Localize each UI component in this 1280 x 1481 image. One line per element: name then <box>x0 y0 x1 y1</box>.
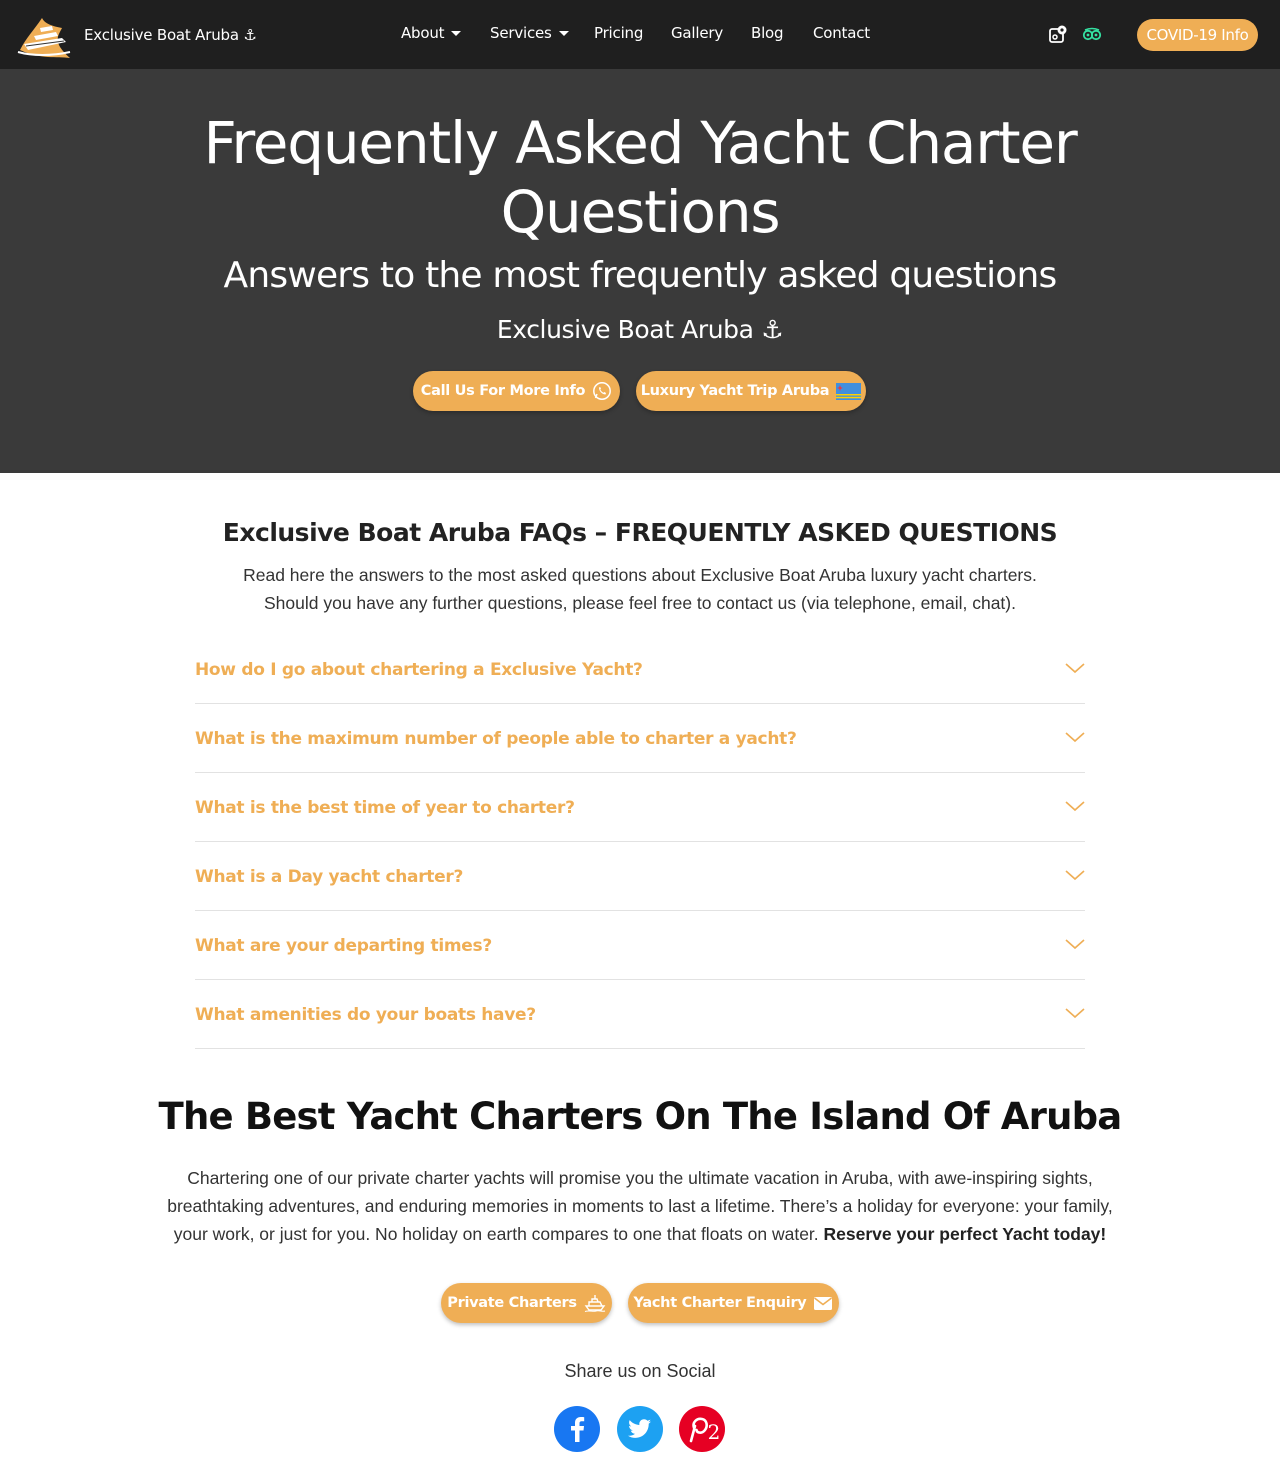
faq-item[interactable]: What amenities do your boats have? <box>195 980 1085 1049</box>
reserve-cta-text: Reserve your perfect Yacht today! <box>823 1224 1107 1244</box>
tripadvisor-icon[interactable] <box>1082 24 1102 44</box>
page-title-line2: Questions <box>500 178 781 246</box>
page-title-line1: Frequently Asked Yacht Charter <box>203 109 1077 177</box>
faq-question[interactable]: What amenities do your boats have? <box>195 1005 536 1025</box>
chevron-down-icon[interactable] <box>1065 661 1085 675</box>
nav-contact[interactable]: Contact <box>813 24 870 42</box>
faq-item[interactable]: What is the best time of year to charter… <box>195 773 1085 842</box>
private-charters-button[interactable]: Private Charters <box>441 1283 612 1323</box>
facebook-icon <box>571 1417 585 1442</box>
chevron-down-icon[interactable] <box>1065 937 1085 951</box>
faq-item[interactable]: What is a Day yacht charter? <box>195 842 1085 911</box>
faq-heading: Exclusive Boat Aruba FAQs – FREQUENTLY A… <box>222 518 1058 547</box>
luxury-yacht-trip-button[interactable]: Luxury Yacht Trip Aruba <box>636 371 866 411</box>
hero-section: Frequently Asked Yacht Charter Questions… <box>0 69 1280 473</box>
faq-question[interactable]: What is the maximum number of people abl… <box>195 729 797 749</box>
faq-intro-line2: Should you have any further questions, p… <box>264 593 1016 613</box>
best-text-line2: breathtaking adventures, and enduring me… <box>167 1196 1113 1216</box>
facebook-share-button[interactable] <box>554 1406 600 1452</box>
twitter-share-button[interactable] <box>617 1406 663 1452</box>
nav-about-label: About <box>401 24 445 42</box>
hero-brand: Exclusive Boat Aruba ⚓ <box>496 315 784 344</box>
nav-services-label: Services <box>490 24 552 42</box>
best-charters-text: Chartering one of our private charter ya… <box>130 1164 1150 1248</box>
nav-blog-label: Blog <box>751 24 784 42</box>
pinterest-share-button[interactable]: 2 <box>679 1406 725 1452</box>
faq-question[interactable]: What are your departing times? <box>195 936 492 956</box>
faq-item[interactable]: What are your departing times? <box>195 911 1085 980</box>
nav-gallery[interactable]: Gallery <box>671 24 723 42</box>
faq-question[interactable]: What is the best time of year to charter… <box>195 798 575 818</box>
chevron-down-icon[interactable] <box>1065 730 1085 744</box>
yacht-charter-enquiry-button[interactable]: Yacht Charter Enquiry <box>628 1283 839 1323</box>
map-marker-icon[interactable] <box>1048 24 1068 44</box>
envelope-icon <box>814 1296 833 1310</box>
luxury-yacht-trip-label: Luxury Yacht Trip Aruba <box>640 383 830 399</box>
best-text-line3: your work, or just for you. No holiday o… <box>173 1224 819 1244</box>
best-text-line1: Chartering one of our private charter ya… <box>187 1168 1093 1188</box>
page-subtitle: Answers to the most frequently asked que… <box>223 255 1058 296</box>
faq-item[interactable]: How do I go about chartering a Exclusive… <box>195 635 1085 704</box>
page-title: Frequently Asked Yacht Charter Questions <box>140 109 1140 247</box>
faq-question[interactable]: How do I go about chartering a Exclusive… <box>195 660 643 680</box>
aruba-flag-icon <box>836 382 862 400</box>
private-charters-label: Private Charters <box>447 1295 577 1311</box>
nav-services[interactable]: Services <box>490 24 569 42</box>
nav-gallery-label: Gallery <box>671 24 724 42</box>
best-charters-title: The Best Yacht Charters On The Island Of… <box>158 1095 1123 1138</box>
pinterest-share-count: 2 <box>707 1420 721 1444</box>
chevron-down-icon[interactable] <box>1065 1006 1085 1020</box>
call-us-button[interactable]: Call Us For More Info <box>413 371 620 411</box>
twitter-icon <box>628 1419 651 1438</box>
chevron-down-icon[interactable] <box>1065 799 1085 813</box>
chevron-down-icon <box>558 30 569 36</box>
nav-about[interactable]: About <box>401 24 462 42</box>
nav-pricing[interactable]: Pricing <box>594 24 643 42</box>
yacht-charter-enquiry-label: Yacht Charter Enquiry <box>633 1295 807 1311</box>
faq-intro-line1: Read here the answers to the most asked … <box>243 565 1037 585</box>
covid-info-button[interactable]: COVID-19 Info <box>1137 19 1258 51</box>
faq-intro: Read here the answers to the most asked … <box>140 561 1140 617</box>
share-label: Share us on Social <box>564 1361 716 1381</box>
call-us-label: Call Us For More Info <box>420 383 586 399</box>
whatsapp-icon <box>593 382 612 400</box>
nav-blog[interactable]: Blog <box>751 24 784 42</box>
ship-icon <box>584 1295 606 1312</box>
faq-item[interactable]: What is the maximum number of people abl… <box>195 704 1085 773</box>
chevron-down-icon[interactable] <box>1065 868 1085 882</box>
faq-accordion: How do I go about chartering a Exclusive… <box>195 635 1085 1049</box>
nav-contact-label: Contact <box>813 24 870 42</box>
faq-question[interactable]: What is a Day yacht charter? <box>195 867 463 887</box>
nav-pricing-label: Pricing <box>594 24 644 42</box>
chevron-down-icon <box>451 30 462 36</box>
navbar: Exclusive Boat Aruba ⚓ About Services Pr… <box>0 0 1280 69</box>
